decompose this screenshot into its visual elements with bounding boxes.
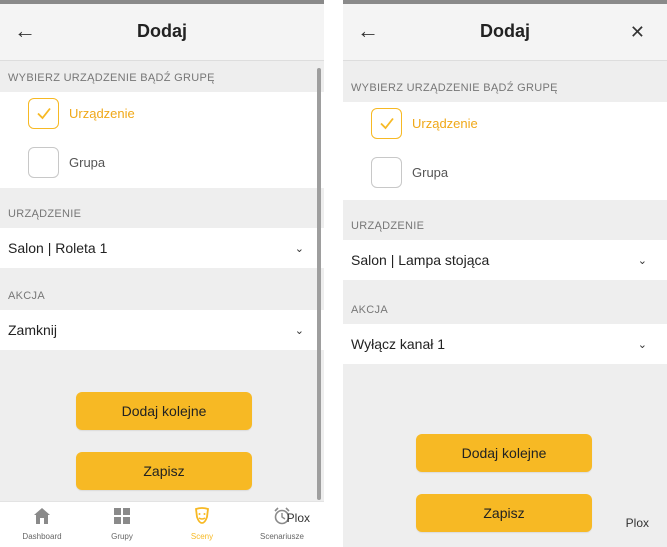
page-title: Dodaj (479, 21, 530, 41)
chevron-down-icon: ⌄ (294, 242, 304, 255)
device-select-value: Salon | Lampa stojąca (351, 252, 490, 268)
option-group[interactable]: Grupa (28, 144, 105, 180)
option-device[interactable]: Urządzenie (28, 95, 135, 131)
checkbox-group[interactable] (371, 156, 402, 188)
section-label-device: URZĄDZENIE (8, 208, 82, 220)
section-label-device: URZĄDZENIE (351, 220, 425, 232)
nav-dashboard[interactable]: Dashboard (12, 506, 72, 541)
chevron-down-icon: ⌄ (637, 254, 647, 267)
nav-dashboard-label: Dashboard (22, 532, 62, 541)
device-select-value: Salon | Roleta 1 (8, 240, 108, 256)
checkbox-group[interactable] (28, 146, 59, 178)
option-group[interactable]: Grupa (371, 154, 448, 190)
nav-scenes-label: Sceny (190, 532, 214, 541)
section-label-action: AKCJA (8, 290, 45, 302)
nav-scenarios-label: Scenariusze (259, 532, 305, 541)
action-select-value: Zamknij (8, 322, 58, 338)
close-icon[interactable]: ✕ (630, 20, 645, 44)
action-select-value: Wyłącz kanał 1 (351, 336, 446, 352)
save-button[interactable]: Zapisz (76, 452, 252, 490)
action-select[interactable]: Wyłącz kanał 1 ⌄ (343, 324, 667, 364)
section-label-choose: WYBIERZ URZĄDZENIE BĄDŹ GRUPĘ (8, 72, 215, 84)
chevron-down-icon: ⌄ (294, 324, 304, 337)
section-label-action: AKCJA (351, 304, 388, 316)
checkbox-device[interactable] (28, 97, 59, 129)
device-select[interactable]: Salon | Lampa stojąca ⌄ (343, 240, 667, 280)
check-icon (36, 107, 51, 120)
section-label-choose: WYBIERZ URZĄDZENIE BĄDŹ GRUPĘ (351, 82, 558, 94)
add-more-button[interactable]: Dodaj kolejne (416, 434, 592, 472)
option-device-label: Urządzenie (69, 105, 135, 121)
theater-masks-icon (195, 507, 209, 524)
option-device-label: Urządzenie (412, 115, 478, 131)
nav-groups[interactable]: Grupy (92, 506, 152, 541)
page-title: Dodaj (136, 21, 187, 41)
bottom-nav: Dashboard Grupy Sceny Scenariusze Plox (0, 501, 324, 547)
home-icon (34, 508, 50, 524)
brand-watermark: Plox (286, 511, 310, 525)
phone-screen-right: ← Dodaj ✕ WYBIERZ URZĄDZENIE BĄDŹ GRUPĘ … (343, 0, 667, 547)
option-group-label: Grupa (412, 164, 449, 180)
checkbox-device[interactable] (371, 107, 402, 139)
device-select[interactable]: Salon | Roleta 1 ⌄ (0, 228, 324, 268)
choose-panel: Urządzenie Grupa (343, 102, 667, 200)
add-more-button[interactable]: Dodaj kolejne (76, 392, 252, 430)
nav-groups-label: Grupy (111, 532, 133, 541)
brand-watermark: Plox (625, 516, 649, 530)
app-bar: ← Dodaj (0, 4, 324, 61)
option-group-label: Grupa (69, 154, 106, 170)
save-button[interactable]: Zapisz (416, 494, 592, 532)
action-select[interactable]: Zamknij ⌄ (0, 310, 324, 350)
chevron-down-icon: ⌄ (637, 338, 647, 351)
nav-scenes[interactable]: Sceny (172, 506, 232, 541)
option-device[interactable]: Urządzenie (371, 105, 478, 141)
grid-icon (114, 508, 130, 524)
check-icon (379, 117, 394, 130)
app-bar: ← Dodaj ✕ (343, 4, 667, 61)
phone-screen-left: ← Dodaj WYBIERZ URZĄDZENIE BĄDŹ GRUPĘ Ur… (0, 0, 324, 547)
scrollbar[interactable] (317, 68, 321, 500)
choose-panel: Urządzenie Grupa (0, 92, 324, 188)
